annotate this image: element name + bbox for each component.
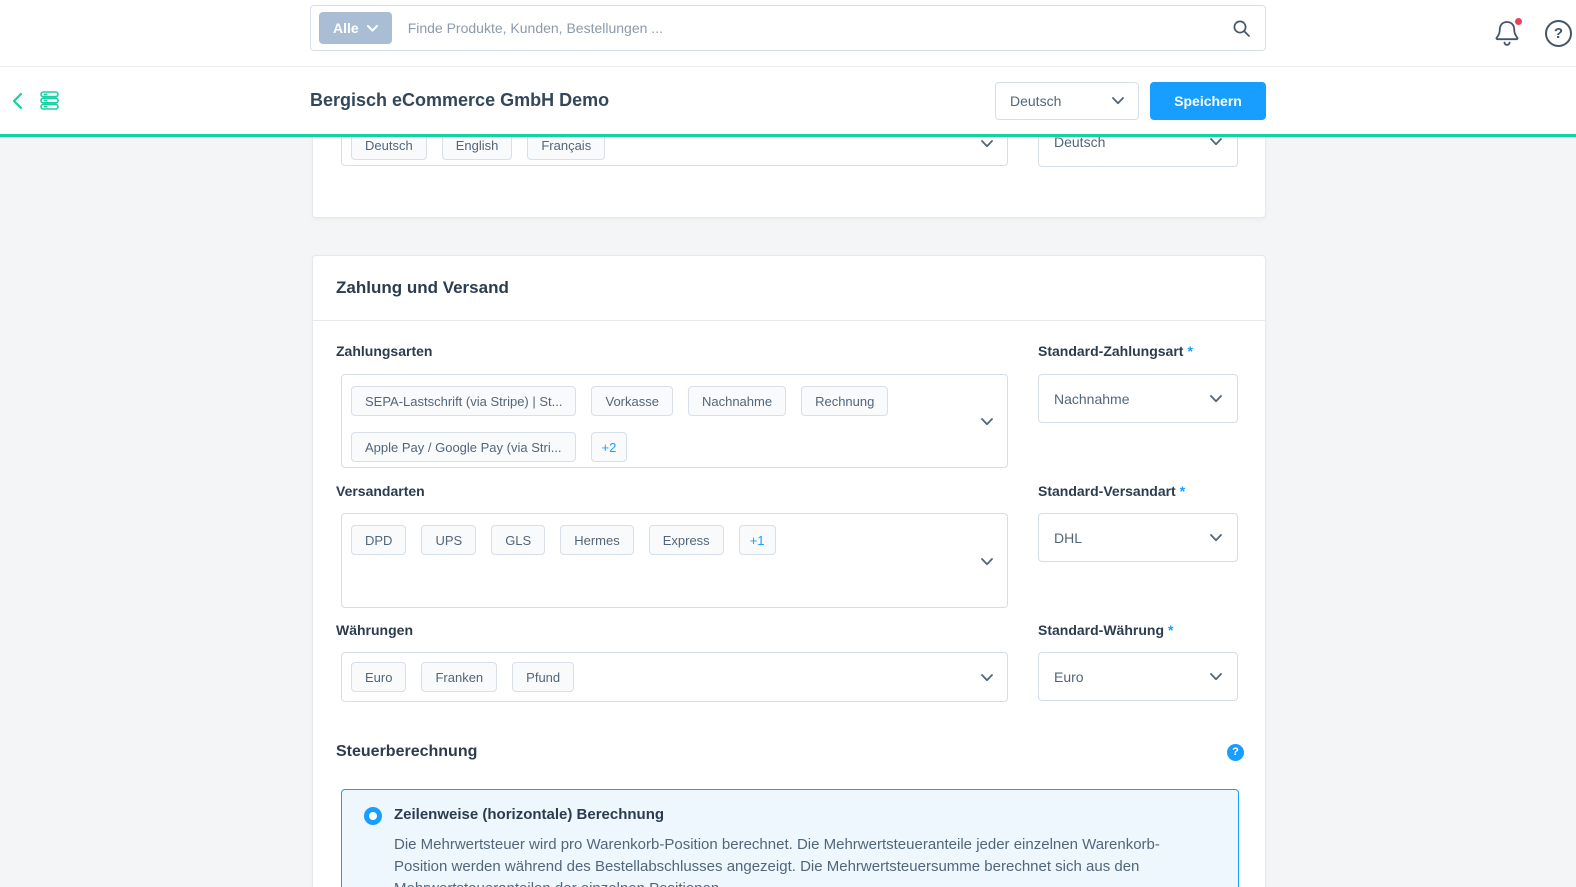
default-currency-value: Euro (1054, 669, 1084, 685)
default-currency-label: Standard-Währung * (1038, 622, 1173, 638)
chevron-down-icon[interactable] (981, 674, 993, 682)
shipping-tag[interactable]: Hermes (560, 525, 634, 555)
sales-channel-icon[interactable] (39, 90, 60, 111)
payment-more-badge[interactable]: +2 (591, 432, 628, 462)
chevron-down-icon (1210, 138, 1222, 146)
tax-option-description: Die Mehrwertsteuer wird pro Warenkorb-Po… (394, 834, 1182, 887)
currencies-label: Währungen (336, 622, 413, 638)
notifications-bell-icon[interactable] (1493, 18, 1523, 50)
default-payment-value: Nachnahme (1054, 391, 1130, 407)
save-button[interactable]: Speichern (1150, 82, 1266, 120)
notification-badge (1513, 16, 1524, 27)
currency-tag[interactable]: Pfund (512, 662, 574, 692)
chevron-down-icon (1210, 673, 1222, 681)
default-shipping-select[interactable]: DHL (1038, 513, 1238, 562)
default-shipping-label: Standard-Versandart * (1038, 483, 1185, 499)
shipping-tag[interactable]: Express (649, 525, 724, 555)
chevron-down-icon (1210, 395, 1222, 403)
card-title: Zahlung und Versand (336, 278, 509, 298)
shipping-tag[interactable]: UPS (421, 525, 476, 555)
payment-tag[interactable]: Nachnahme (688, 386, 786, 416)
currencies-multiselect[interactable]: Euro Franken Pfund (341, 652, 1008, 702)
payment-tag[interactable]: Vorkasse (591, 386, 672, 416)
payment-tag[interactable]: Rechnung (801, 386, 888, 416)
help-icon[interactable]: ? (1227, 744, 1244, 761)
currency-tag[interactable]: Franken (421, 662, 497, 692)
default-payment-label: Standard-Zahlungsart * (1038, 343, 1193, 359)
page-title: Bergisch eCommerce GmbH Demo (310, 67, 609, 134)
currency-tag[interactable]: Euro (351, 662, 406, 692)
tax-option-horizontal[interactable]: Zeilenweise (horizontale) Berechnung Die… (341, 789, 1239, 887)
chevron-down-icon (1210, 534, 1222, 542)
chevron-down-icon[interactable] (981, 418, 993, 426)
chevron-down-icon[interactable] (981, 140, 993, 148)
required-asterisk: * (1187, 343, 1192, 359)
shipping-methods-multiselect[interactable]: DPD UPS GLS Hermes Express +1 (341, 513, 1008, 608)
default-payment-select[interactable]: Nachnahme (1038, 374, 1238, 423)
back-chevron-icon[interactable] (10, 92, 25, 110)
required-asterisk: * (1168, 622, 1173, 638)
help-center-icon[interactable]: ? (1545, 20, 1572, 47)
search-scope-label: Alle (333, 20, 359, 36)
shipping-tag[interactable]: GLS (491, 525, 545, 555)
payment-tag[interactable]: SEPA-Lastschrift (via Stripe) | St... (351, 386, 576, 416)
card-header: Zahlung und Versand (313, 256, 1265, 321)
payment-tag[interactable]: Apple Pay / Google Pay (via Stri... (351, 432, 576, 462)
radio-selected-icon[interactable] (364, 807, 382, 825)
search-input[interactable] (408, 20, 1232, 36)
search-scope-button[interactable]: Alle (319, 12, 392, 44)
payment-shipping-card: Zahlung und Versand Zahlungsarten SEPA-L… (312, 255, 1266, 887)
required-asterisk: * (1180, 483, 1185, 499)
tax-option-title: Zeilenweise (horizontale) Berechnung (394, 806, 664, 823)
shipping-tag[interactable]: DPD (351, 525, 406, 555)
shipping-methods-label: Versandarten (336, 483, 425, 499)
default-shipping-value: DHL (1054, 530, 1082, 546)
chevron-down-icon (1112, 97, 1124, 105)
default-currency-select[interactable]: Euro (1038, 652, 1238, 701)
global-search-bar: Alle (310, 5, 1266, 51)
smart-bar: Bergisch eCommerce GmbH Demo Deutsch Spe… (0, 67, 1576, 137)
chevron-down-icon (367, 25, 378, 32)
admin-top-bar: Alle ? (0, 0, 1576, 67)
payment-methods-label: Zahlungsarten (336, 343, 432, 359)
search-icon[interactable] (1232, 19, 1251, 38)
tax-section-title: Steuerberechnung (336, 743, 477, 761)
content-language-select[interactable]: Deutsch (995, 82, 1139, 120)
content-language-value: Deutsch (1010, 93, 1061, 109)
shipping-more-badge[interactable]: +1 (739, 525, 776, 555)
payment-methods-multiselect[interactable]: SEPA-Lastschrift (via Stripe) | St... Vo… (341, 374, 1008, 468)
chevron-down-icon[interactable] (981, 558, 993, 566)
